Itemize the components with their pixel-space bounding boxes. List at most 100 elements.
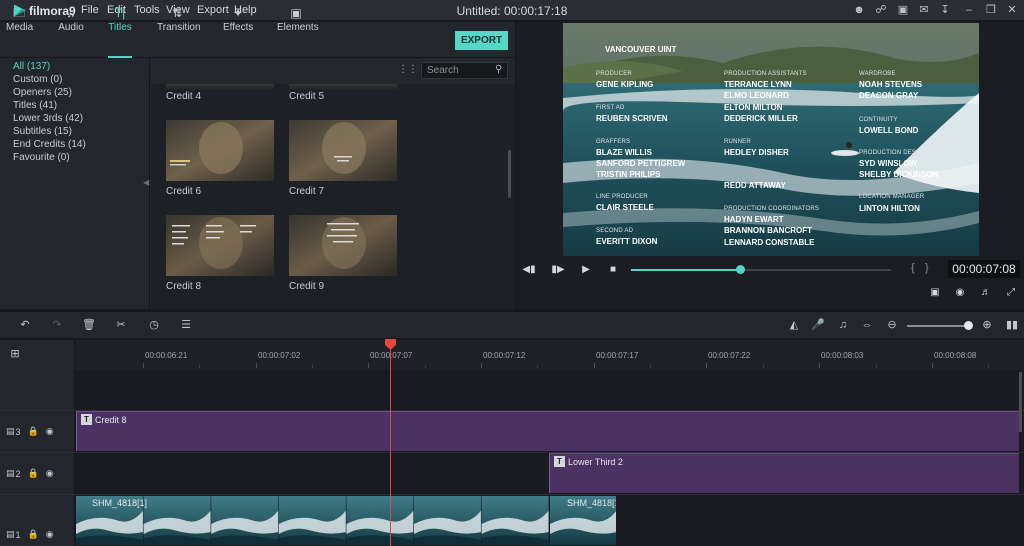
playback-progress (631, 269, 741, 271)
delete-icon[interactable]: 🗑 (82, 318, 96, 332)
credit-heading: VANCOUVER UINT (605, 45, 677, 54)
lock-icon[interactable]: 🔒 (28, 468, 39, 479)
close-icon[interactable]: ✕ (1005, 3, 1019, 17)
track-type-icon: ▤ (6, 529, 15, 539)
ruler-tick (368, 363, 369, 368)
tab-audio[interactable]: ♫ Audio (58, 6, 84, 33)
timeline-vertical-scrollbar[interactable] (1019, 372, 1022, 432)
fullscreen-icon[interactable]: ⤢ (1004, 286, 1018, 300)
category-custom[interactable]: Custom (0) (13, 74, 62, 85)
tab-elements[interactable]: ▣ Elements (277, 6, 319, 33)
zoom-slider-handle[interactable] (964, 321, 973, 330)
render-preview-icon[interactable]: ▣ (928, 286, 942, 300)
credit-role: PRODUCER (596, 71, 632, 77)
ruler-tick (932, 363, 933, 368)
credit-6-preview (166, 120, 274, 181)
tab-titles[interactable]: T​| Titles (108, 6, 132, 33)
clip-label: T Lower Third 2 (554, 456, 623, 467)
credit-name: ELMO LEONARD (724, 91, 789, 100)
tab-media[interactable]: 🗀 Media (6, 6, 33, 33)
download-icon[interactable]: ↧ (938, 3, 952, 17)
credit-role: PRODUCTION COORDINATORS (724, 206, 820, 212)
audio-mixer-icon[interactable]: ♫ (836, 318, 850, 332)
credit-role: GRAFFERS (596, 139, 631, 145)
play-icon[interactable]: ▶ (579, 263, 593, 277)
minimize-icon[interactable]: – (962, 3, 976, 17)
category-lower-thirds[interactable]: Lower 3rds (42) (13, 113, 83, 124)
video-clip[interactable]: SHM_4818[1] (76, 496, 549, 545)
speed-icon[interactable]: ◷ (147, 318, 161, 332)
marker-icon[interactable]: ◭ (787, 318, 801, 332)
search-icon[interactable]: ⚲ (495, 64, 506, 75)
category-all[interactable]: All (137) (13, 61, 50, 72)
mark-in-icon[interactable]: { (911, 262, 915, 274)
clip-name: SHM_4818[1] (92, 498, 148, 508)
grid-scrollbar[interactable] (508, 150, 511, 198)
collapse-panel-icon[interactable]: ◀ (143, 178, 149, 187)
image-icon: ▣ (290, 6, 302, 20)
eye-icon[interactable]: ◉ (46, 426, 54, 437)
category-openers[interactable]: Openers (25) (13, 87, 72, 98)
credit-role: FIRST AD (596, 105, 625, 111)
video-preview[interactable]: VANCOUVER UINT PRODUCER GENE KIPLING PRO… (563, 23, 979, 256)
snapshot-icon[interactable]: ◉ (953, 286, 967, 300)
thumbnail-credit-7[interactable] (289, 120, 397, 181)
tab-transition[interactable]: ⇅ Transition (157, 6, 201, 33)
eye-icon[interactable]: ◉ (46, 468, 54, 479)
ruler-tick-label: 00:00:07:12 (483, 351, 526, 360)
thumbnail-label: Credit 7 (289, 186, 325, 197)
category-titles[interactable]: Titles (41) (13, 100, 57, 111)
credit-name: REUBEN SCRIVEN (596, 114, 668, 123)
ruler-minor-tick (537, 365, 538, 368)
video-clip[interactable]: SHM_4818[1] (549, 496, 616, 545)
thumbnail-credit-6[interactable] (166, 120, 274, 181)
mark-out-icon[interactable]: } (925, 262, 929, 274)
ruler-tick-label: 00:00:07:17 (596, 351, 639, 360)
clip-name: Credit 8 (95, 414, 127, 425)
adjust-icon[interactable]: ☰ (179, 318, 193, 332)
credit-role: PRODUCTION DESIGN (859, 150, 928, 156)
tab-titles-label: Titles (108, 22, 132, 33)
thumbnail-credit-9[interactable] (289, 215, 397, 276)
restore-icon[interactable]: ❐ (984, 3, 998, 17)
account-icon[interactable]: ☻ (852, 3, 866, 17)
ruler-tick-label: 00:00:07:02 (258, 351, 301, 360)
eye-icon[interactable]: ◉ (46, 529, 54, 540)
add-track-icon[interactable]: ⊞ (8, 347, 22, 361)
undo-icon[interactable]: ↶ (18, 318, 32, 332)
grid-view-icon[interactable]: ⋮⋮⋮ (398, 64, 428, 76)
category-subtitles[interactable]: Subtitles (15) (13, 126, 72, 137)
project-name: Untitled: (456, 4, 501, 18)
folder-icon: 🗀 (12, 6, 25, 20)
zoom-slider[interactable] (907, 325, 969, 327)
category-end-credits[interactable]: End Credits (14) (13, 139, 86, 150)
tab-effects[interactable]: ✦ Effects (223, 6, 253, 33)
thumbnail-label: Credit 5 (289, 91, 325, 102)
cut-icon[interactable]: ✂ (114, 318, 128, 332)
credit-7-preview (289, 120, 397, 181)
window-title: Untitled: 00:00:17:18 (0, 4, 1024, 18)
category-favourite[interactable]: Favourite (0) (13, 152, 70, 163)
playhead-line[interactable] (390, 342, 391, 546)
mail-icon[interactable]: ✉ (917, 3, 931, 17)
zoom-out-icon[interactable]: ⊖ (885, 318, 899, 332)
title-clip-credit-8[interactable]: T Credit 8 (76, 411, 1019, 451)
save-icon[interactable]: ▣ (896, 3, 910, 17)
stop-icon[interactable]: ■ (606, 263, 620, 277)
cart-icon[interactable]: ☍ (874, 3, 888, 17)
zoom-in-icon[interactable]: ⊕ (980, 318, 994, 332)
panel-layout-icon[interactable]: ▮▮ (1005, 318, 1019, 332)
play-pause-icon[interactable]: ▮▶ (551, 263, 565, 277)
thumbnail-credit-8[interactable] (166, 215, 274, 276)
redo-icon[interactable]: ↷ (50, 318, 64, 332)
fit-timeline-icon[interactable]: ⇔ (860, 318, 874, 332)
title-clip-lower-third-2[interactable]: T Lower Third 2 (549, 453, 1019, 493)
export-button[interactable]: EXPORT (455, 31, 508, 50)
volume-icon[interactable]: ♬ (979, 286, 993, 300)
lock-icon[interactable]: 🔒 (28, 529, 39, 540)
previous-frame-icon[interactable]: ◀▮ (522, 263, 536, 277)
microphone-icon[interactable]: 🎤 (811, 318, 825, 332)
lock-icon[interactable]: 🔒 (28, 426, 39, 437)
ruler-tick-label: 00:00:08:03 (821, 351, 864, 360)
track-header-1: ▤ 1 🔒 ◉ (6, 529, 54, 540)
